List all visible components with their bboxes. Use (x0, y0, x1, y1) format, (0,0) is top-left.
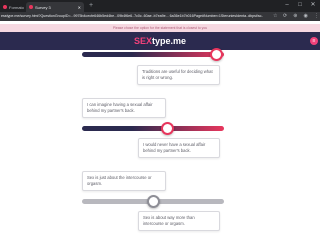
extension-icon[interactable]: ⟳ (283, 13, 287, 20)
url-field[interactable]: esstype.me/survey.html?QuestionGroupID=.… (0, 12, 268, 21)
instruction-notice: Please chose the option for the statemen… (0, 24, 320, 32)
tab-favicon-icon (29, 5, 33, 9)
maximize-button[interactable]: □ (296, 1, 304, 10)
tab-favicon-icon (3, 5, 7, 9)
statement-left: Sex is just about the intercourse or org… (82, 171, 166, 191)
site-logo[interactable]: SEXtype.me (0, 32, 320, 50)
site-header: SEXtype.me ≡ (0, 32, 320, 50)
close-window-button[interactable]: ✕ (309, 1, 317, 10)
tab-label: Formato (9, 4, 24, 10)
statement-right: Traditions are useful for deciding what … (137, 65, 220, 85)
browser-tab-2[interactable]: Survey 3 ✕ (26, 2, 84, 12)
menu-icon[interactable]: ≡ (310, 37, 318, 45)
minimize-button[interactable]: – (283, 1, 291, 10)
statement-right: I would never have a sexual affair behin… (138, 138, 220, 158)
browser-tab-1[interactable]: Formato (0, 2, 24, 12)
statement-left: I can imagine having a sexual affair beh… (82, 98, 166, 118)
profile-icon[interactable]: ◉ (304, 13, 308, 20)
tab-close-icon[interactable]: ✕ (78, 5, 81, 10)
slider-handle[interactable] (146, 195, 160, 208)
slider-track[interactable] (82, 126, 224, 131)
browser-menu-icon[interactable]: ⋮ (314, 13, 319, 20)
address-bar: esstype.me/survey.html?QuestionGroupID=.… (0, 12, 320, 21)
browser-toolbar-icons: ⟳ ⊕ ◉ ⋮ (283, 13, 319, 20)
bookmark-star-icon[interactable]: ☆ (273, 13, 277, 20)
new-tab-button[interactable]: + (87, 2, 95, 10)
slider-handle[interactable] (210, 48, 224, 61)
extension-icon[interactable]: ⊕ (293, 13, 297, 20)
browser-tab-strip: Formato Survey 3 ✕ + – □ ✕ (0, 0, 320, 12)
statement-right: Sex is about way more than intercourse o… (138, 211, 220, 231)
slider-handle[interactable] (160, 122, 174, 135)
tab-label: Survey 3 (35, 4, 51, 10)
slider-track[interactable] (82, 52, 224, 57)
